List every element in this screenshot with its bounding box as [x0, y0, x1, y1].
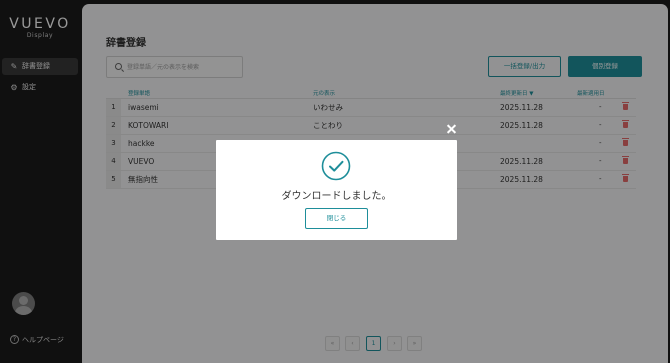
- check-circle-icon: [321, 151, 351, 181]
- close-button[interactable]: 閉じる: [305, 208, 368, 229]
- close-icon[interactable]: [446, 123, 458, 135]
- success-dialog: ダウンロードしました。 閉じる: [216, 140, 457, 240]
- dialog-message: ダウンロードしました。: [281, 191, 392, 202]
